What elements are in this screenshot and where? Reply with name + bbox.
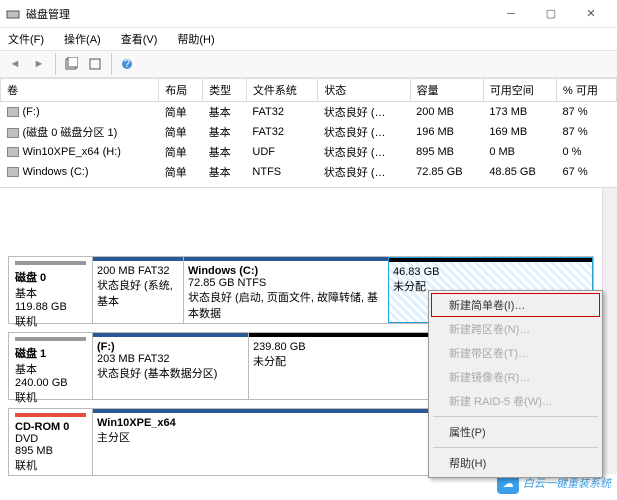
refresh-button[interactable] [60, 53, 82, 75]
menu-view[interactable]: 查看(V) [117, 29, 162, 49]
col-layout[interactable]: 布局 [159, 79, 203, 102]
separator [433, 416, 598, 417]
volume-icon [7, 147, 19, 157]
menu-new-striped-volume: 新建带区卷(T)… [431, 341, 600, 365]
minimize-button[interactable]: ─ [491, 0, 531, 28]
volume-icon [7, 167, 19, 177]
col-fs[interactable]: 文件系统 [246, 79, 317, 102]
menu-new-simple-volume[interactable]: 新建简单卷(I)… [431, 293, 600, 317]
table-row[interactable]: Windows (C:)简单基本NTFS状态良好 (…72.85 GB48.85… [1, 162, 617, 182]
close-button[interactable]: ✕ [571, 0, 611, 28]
separator [110, 53, 112, 75]
maximize-button[interactable]: ▢ [531, 0, 571, 28]
help-button[interactable]: ? [116, 53, 138, 75]
separator [433, 447, 598, 448]
volume-table-wrap: 卷 布局 类型 文件系统 状态 容量 可用空间 % 可用 (F:)简单基本FAT… [0, 78, 617, 188]
volume-table[interactable]: 卷 布局 类型 文件系统 状态 容量 可用空间 % 可用 (F:)简单基本FAT… [0, 78, 617, 182]
menu-help[interactable]: 帮助(H) [431, 451, 600, 475]
titlebar: 磁盘管理 ─ ▢ ✕ [0, 0, 617, 28]
app-icon [6, 7, 20, 21]
col-capacity[interactable]: 容量 [410, 79, 483, 102]
menu-file[interactable]: 文件(F) [4, 29, 48, 49]
table-row[interactable]: Win10XPE_x64 (H:)简单基本UDF状态良好 (…895 MB0 M… [1, 142, 617, 162]
window-title: 磁盘管理 [26, 6, 491, 22]
options-button[interactable] [84, 53, 106, 75]
disk-info[interactable]: CD-ROM 0DVD895 MB联机 [9, 409, 93, 475]
col-status[interactable]: 状态 [318, 79, 410, 102]
col-free[interactable]: 可用空间 [483, 79, 556, 102]
menu-new-spanned-volume: 新建跨区卷(N)… [431, 317, 600, 341]
toolbar: ◄ ► ? [0, 50, 617, 78]
scrollbar[interactable] [602, 188, 617, 474]
volume-icon [7, 107, 19, 117]
disk-info[interactable]: 磁盘 1基本240.00 GB联机 [9, 333, 93, 399]
table-row[interactable]: (F:)简单基本FAT32状态良好 (…200 MB173 MB87 % [1, 102, 617, 123]
spacer [0, 188, 602, 250]
col-pctfree[interactable]: % 可用 [557, 79, 617, 102]
volume-icon [7, 128, 19, 138]
svg-text:?: ? [124, 58, 130, 70]
context-menu: 新建简单卷(I)… 新建跨区卷(N)… 新建带区卷(T)… 新建镜像卷(R)… … [428, 290, 603, 478]
menu-new-raid5-volume: 新建 RAID-5 卷(W)… [431, 389, 600, 413]
menu-new-mirrored-volume: 新建镜像卷(R)… [431, 365, 600, 389]
menu-properties[interactable]: 属性(P) [431, 420, 600, 444]
forward-button[interactable]: ► [28, 53, 50, 75]
back-button[interactable]: ◄ [4, 53, 26, 75]
table-row[interactable]: (磁盘 0 磁盘分区 1)简单基本FAT32状态良好 (…196 MB169 M… [1, 122, 617, 142]
partition[interactable]: 200 MB FAT32状态良好 (系统, 基本 [93, 257, 183, 323]
menu-help[interactable]: 帮助(H) [173, 29, 218, 49]
col-vol[interactable]: 卷 [1, 79, 159, 102]
partition[interactable]: Windows (C:)72.85 GB NTFS状态良好 (启动, 页面文件,… [183, 257, 388, 323]
menu-action[interactable]: 操作(A) [60, 29, 105, 49]
menubar: 文件(F) 操作(A) 查看(V) 帮助(H) [0, 28, 617, 50]
disk-info[interactable]: 磁盘 0基本119.88 GB联机 [9, 257, 93, 323]
col-type[interactable]: 类型 [203, 79, 247, 102]
separator [54, 53, 56, 75]
partition[interactable]: (F:)203 MB FAT32状态良好 (基本数据分区) [93, 333, 248, 399]
